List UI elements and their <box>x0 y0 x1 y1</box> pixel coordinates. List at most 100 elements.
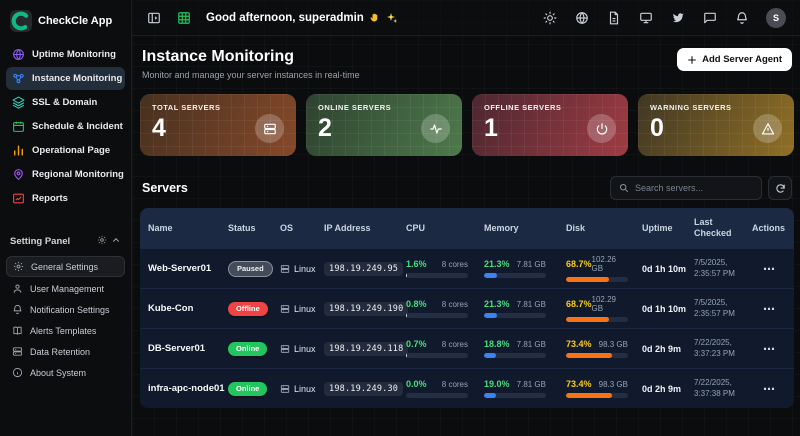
twitter-bird-icon[interactable] <box>670 10 686 26</box>
sidebar-item-about-system[interactable]: About System <box>6 363 125 382</box>
stat-value: 4 <box>152 116 166 141</box>
sidebar-item-label: SSL & Domain <box>32 97 97 108</box>
sidebar-item-schedule-incident[interactable]: Schedule & Incident <box>6 115 125 138</box>
disk-bar <box>566 317 628 322</box>
document-icon[interactable] <box>606 10 622 26</box>
row-actions-button[interactable]: ⋯ <box>752 262 786 276</box>
stat-card-warning-servers: WARNING SERVERS 0 <box>638 94 794 156</box>
cpu-percent: 0.0% <box>406 379 427 389</box>
cpu-percent: 1.6% <box>406 259 427 269</box>
os-label: Linux <box>294 384 316 394</box>
row-actions-button[interactable]: ⋯ <box>752 302 786 316</box>
add-server-agent-label: Add Server Agent <box>702 54 782 65</box>
column-header-memory: Memory <box>484 223 566 234</box>
search-icon <box>619 183 629 193</box>
stat-cards: TOTAL SERVERS 4 ONLINE SERVERS 2 <box>140 94 794 156</box>
language-globe-icon[interactable] <box>574 10 590 26</box>
status-badge: Offline <box>228 302 268 316</box>
add-server-agent-button[interactable]: Add Server Agent <box>677 48 792 71</box>
settings-panel-header[interactable]: Setting Panel <box>10 232 121 250</box>
sidebar-item-notification-settings[interactable]: Notification Settings <box>6 300 125 319</box>
chat-icon[interactable] <box>702 10 718 26</box>
disk-bar <box>566 277 628 282</box>
os-server-icon <box>280 384 290 394</box>
wave-emoji-icon <box>369 12 381 24</box>
row-actions-button[interactable]: ⋯ <box>752 382 786 396</box>
map-pin-icon <box>12 168 25 181</box>
user-avatar[interactable]: S <box>766 8 786 28</box>
sidebar-item-label: General Settings <box>31 262 98 272</box>
search-servers-input[interactable] <box>635 183 753 193</box>
settings-panel-label: Setting Panel <box>10 236 70 247</box>
line-chart-icon <box>12 192 25 205</box>
globe-icon <box>12 48 25 61</box>
stat-value: 2 <box>318 116 332 141</box>
column-header-disk: Disk <box>566 223 642 234</box>
column-header-status: Status <box>228 223 280 234</box>
monitor-icon[interactable] <box>638 10 654 26</box>
server-name[interactable]: Kube-Con <box>148 303 228 314</box>
sidebar-item-instance-monitoring[interactable]: Instance Monitoring <box>6 67 125 90</box>
plus-icon <box>687 55 697 65</box>
sidebar-item-label: Notification Settings <box>30 305 110 315</box>
sidebar-item-user-management[interactable]: User Management <box>6 279 125 298</box>
app-window: CheckCle App Uptime Monitoring Instance … <box>0 0 800 436</box>
book-icon <box>12 325 23 336</box>
gear-icon <box>97 232 107 250</box>
server-name[interactable]: infra-apc-node01 <box>148 383 228 394</box>
user-icon <box>12 283 23 294</box>
grid-icon[interactable] <box>176 10 192 26</box>
app-logo-row[interactable]: CheckCle App <box>6 8 125 42</box>
topbar: Good afternoon, superadmin <box>132 0 800 36</box>
sidebar-item-regional-monitoring[interactable]: Regional Monitoring <box>6 163 125 186</box>
uptime-value: 0d 2h 9m <box>642 384 694 394</box>
bar-chart-icon <box>12 144 25 157</box>
server-name[interactable]: DB-Server01 <box>148 343 228 354</box>
sidebar-item-ssl-domain[interactable]: SSL & Domain <box>6 91 125 114</box>
page-subtitle: Monitor and manage your server instances… <box>142 70 360 80</box>
memory-bar-fill <box>484 313 497 318</box>
sidebar-item-alerts-templates[interactable]: Alerts Templates <box>6 321 125 340</box>
chevron-up-icon <box>111 232 121 250</box>
sidebar-item-data-retention[interactable]: Data Retention <box>6 342 125 361</box>
sidebar-item-reports[interactable]: Reports <box>6 187 125 210</box>
table-row[interactable]: DB-Server01 Online Linux 198.19.249.118 … <box>140 328 794 368</box>
uptime-value: 0d 1h 10m <box>642 264 694 274</box>
servers-section-title: Servers <box>142 181 188 195</box>
table-row[interactable]: infra-apc-node01 Online Linux 198.19.249… <box>140 368 794 408</box>
last-checked-time: 2:35:57 PM <box>694 309 752 319</box>
bell-icon[interactable] <box>734 10 750 26</box>
disk-total: 102.26 GB <box>592 255 628 273</box>
last-checked-date: 7/5/2025, <box>694 258 752 268</box>
sidebar-item-label: Reports <box>32 193 68 204</box>
table-row[interactable]: Web-Server01 Paused Linux 198.19.249.95 … <box>140 248 794 288</box>
status-badge: Paused <box>228 261 273 277</box>
column-header-cpu: CPU <box>406 223 484 234</box>
info-icon <box>12 367 23 378</box>
refresh-button[interactable] <box>768 176 792 200</box>
stat-label: WARNING SERVERS <box>650 103 782 112</box>
sidebar-item-label: Schedule & Incident <box>32 121 123 132</box>
ip-address: 198.19.249.190 <box>324 302 408 316</box>
os-server-icon <box>280 264 290 274</box>
memory-bar-fill <box>484 273 497 278</box>
row-actions-button[interactable]: ⋯ <box>752 342 786 356</box>
memory-bar <box>484 353 546 358</box>
stat-label: TOTAL SERVERS <box>152 103 284 112</box>
os-server-icon <box>280 304 290 314</box>
os-label: Linux <box>294 344 316 354</box>
server-name[interactable]: Web-Server01 <box>148 263 228 274</box>
stat-card-total-servers: TOTAL SERVERS 4 <box>140 94 296 156</box>
sidebar-toggle-icon[interactable] <box>146 10 162 26</box>
disk-bar-fill <box>566 353 612 358</box>
cpu-cores: 8 cores <box>442 380 468 389</box>
sidebar-item-uptime-monitoring[interactable]: Uptime Monitoring <box>6 43 125 66</box>
memory-percent: 19.0% <box>484 379 510 389</box>
uptime-value: 0d 2h 9m <box>642 344 694 354</box>
sidebar-item-label: Operational Page <box>32 145 110 156</box>
cpu-cores: 8 cores <box>442 300 468 309</box>
table-row[interactable]: Kube-Con Offline Linux 198.19.249.190 0.… <box>140 288 794 328</box>
theme-sun-icon[interactable] <box>542 10 558 26</box>
sidebar-item-operational-page[interactable]: Operational Page <box>6 139 125 162</box>
sidebar-item-general-settings[interactable]: General Settings <box>6 256 125 277</box>
